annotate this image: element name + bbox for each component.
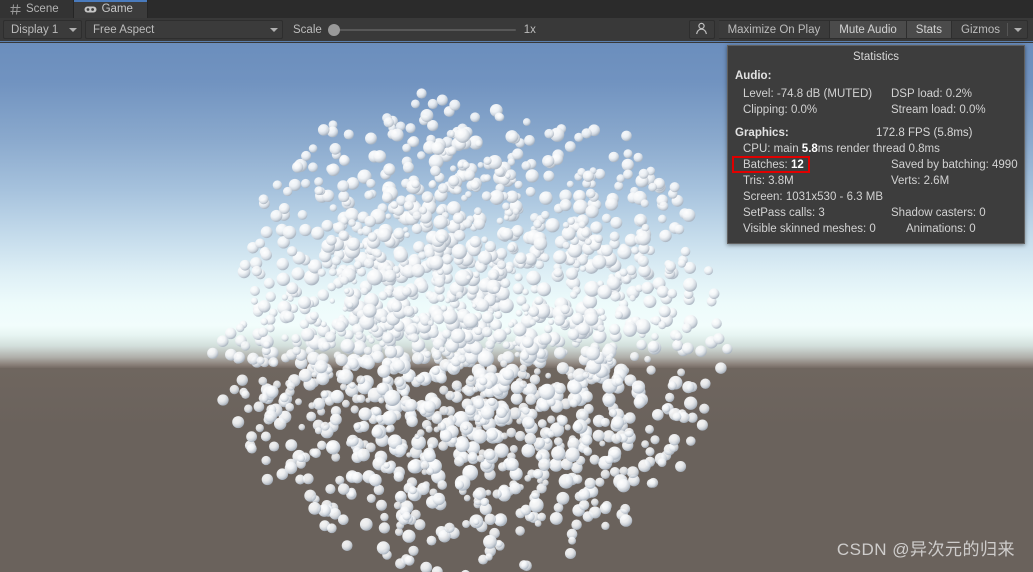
- display-dropdown-label: Display 1: [11, 23, 59, 36]
- tab-game[interactable]: Game: [73, 0, 148, 18]
- watermark: CSDN @异次元的归来: [836, 540, 1015, 559]
- game-camera-icon: [695, 22, 708, 38]
- graphics-heading-label: Graphics:: [735, 127, 789, 139]
- batches-label: Batches:: [743, 159, 791, 171]
- scale-slider-knob[interactable]: [327, 23, 340, 36]
- display-dropdown[interactable]: Display 1: [3, 20, 82, 39]
- audio-clipping-value: Clipping: 0.0%: [743, 104, 818, 116]
- audio-stream-load-value: Stream load: 0.0%: [891, 104, 986, 116]
- audio-level-row: Level: -74.8 dB (MUTED) DSP load: 0.2%: [728, 86, 1024, 102]
- animations-value: Animations: 0: [906, 223, 976, 235]
- toolbar-right-group: Maximize On Play Mute Audio Stats Gizmos: [688, 18, 1033, 42]
- batches-value: Batches: 12: [743, 157, 891, 173]
- gizmos-label: Gizmos: [961, 23, 1000, 36]
- scale-slider[interactable]: [327, 22, 516, 38]
- stats-label: Stats: [915, 23, 943, 36]
- cpu-main-value: 5.8: [801, 143, 818, 155]
- maximize-on-play-button[interactable]: Maximize On Play: [718, 20, 831, 39]
- audio-clipping-row: Clipping: 0.0% Stream load: 0.0%: [728, 102, 1024, 118]
- game-view-toolbar: Display 1 Free Aspect Scale 1x Maximize …: [0, 18, 1033, 42]
- gizmos-button[interactable]: Gizmos: [952, 20, 1028, 39]
- tab-scene[interactable]: Scene: [0, 0, 74, 18]
- cpu-prefix: CPU: main: [743, 143, 802, 155]
- tab-scene-label: Scene: [26, 3, 59, 15]
- tris-value: Tris: 3.8M: [743, 175, 794, 187]
- audio-section-heading: Audio:: [735, 70, 772, 82]
- mute-audio-button[interactable]: Mute Audio: [830, 20, 907, 39]
- saved-by-batching-value: Saved by batching: 4990: [891, 159, 1018, 171]
- chevron-down-icon: [270, 27, 278, 32]
- maximize-on-play-label: Maximize On Play: [727, 23, 821, 36]
- game-camera-icon-button[interactable]: [688, 20, 715, 39]
- grid-icon: [10, 3, 21, 15]
- aspect-ratio-dropdown[interactable]: Free Aspect: [85, 20, 283, 39]
- batches-number: 12: [790, 159, 804, 171]
- scale-label: Scale: [293, 23, 322, 36]
- aspect-ratio-label: Free Aspect: [93, 23, 155, 36]
- gizmos-separator: [1007, 23, 1008, 36]
- audio-dsp-load-value: DSP load: 0.2%: [891, 88, 972, 100]
- mute-audio-label: Mute Audio: [839, 23, 897, 36]
- shadow-casters-value: Shadow casters: 0: [891, 207, 986, 219]
- tris-verts-row: Tris: 3.8M Verts: 2.6M: [728, 173, 1024, 189]
- batches-stat-row: Batches: 12 Saved by batching: 4990: [728, 156, 1024, 173]
- cpu-suffix: ms render thread 0.8ms: [817, 143, 940, 155]
- unity-game-window: Scene Game Display 1 Free Aspect Scale 1…: [0, 0, 1033, 572]
- cpu-row: CPU: main 5.8ms render thread 0.8ms: [728, 141, 1024, 157]
- skinned-meshes-row: Visible skinned meshes: 0 Animations: 0: [728, 221, 1024, 237]
- scale-slider-track: [327, 28, 516, 31]
- gamepad-icon: [84, 5, 97, 14]
- scale-value: 1x: [523, 23, 536, 36]
- chevron-down-icon[interactable]: [1009, 27, 1027, 32]
- tab-bar: Scene Game: [0, 0, 1033, 18]
- tab-game-label: Game: [101, 3, 133, 15]
- statistics-panel: Statistics Audio: Level: -74.8 dB (MUTED…: [727, 45, 1025, 244]
- stats-button[interactable]: Stats: [906, 20, 953, 39]
- verts-value: Verts: 2.6M: [891, 175, 950, 187]
- cpu-value: CPU: main 5.8ms render thread 0.8ms: [743, 141, 940, 157]
- statistics-title: Statistics: [852, 51, 899, 63]
- setpass-calls-value: SetPass calls: 3: [743, 207, 825, 219]
- scale-control: Scale 1x: [293, 22, 536, 38]
- screen-value: Screen: 1031x530 - 6.3 MB: [743, 191, 883, 203]
- setpass-row: SetPass calls: 3 Shadow casters: 0: [728, 205, 1024, 221]
- audio-level-value: Level: -74.8 dB (MUTED): [743, 88, 873, 100]
- chevron-down-icon: [69, 27, 77, 32]
- fps-value: 172.8 FPS (5.8ms): [876, 127, 973, 139]
- visible-skinned-meshes-value: Visible skinned meshes: 0: [743, 223, 876, 235]
- screen-row: Screen: 1031x530 - 6.3 MB: [728, 189, 1024, 205]
- graphics-section-heading: Graphics: 172.8 FPS (5.8ms): [728, 125, 1024, 141]
